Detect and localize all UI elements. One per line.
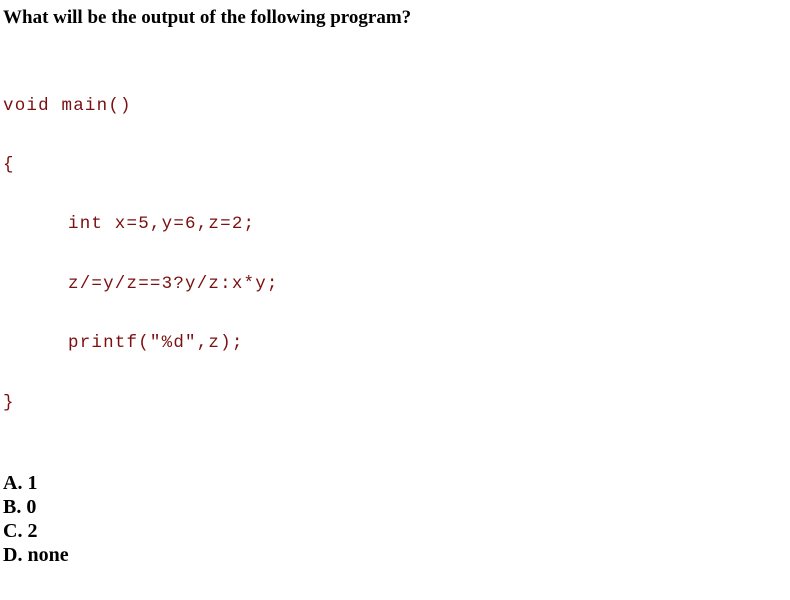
code-line: } (3, 392, 15, 413)
code-line: { (3, 154, 15, 175)
option-d: D. none (3, 543, 69, 566)
answer-options: A. 1 B. 0 C. 2 D. none (3, 471, 790, 567)
page: What will be the output of the following… (0, 0, 790, 600)
option-c: C. 2 (3, 519, 38, 542)
code-line: printf("%d",z); (68, 333, 244, 354)
code-line: z/=y/z==3?y/z:x*y; (68, 273, 279, 294)
code-block: void main() { int x=5,y=6,z=2; z/=y/z==3… (3, 57, 790, 453)
option-a: A. 1 (3, 471, 38, 494)
option-b: B. 0 (3, 495, 37, 518)
question-text: What will be the output of the following… (3, 7, 412, 28)
code-line: int x=5,y=6,z=2; (68, 214, 256, 235)
code-line: void main() (3, 95, 132, 116)
